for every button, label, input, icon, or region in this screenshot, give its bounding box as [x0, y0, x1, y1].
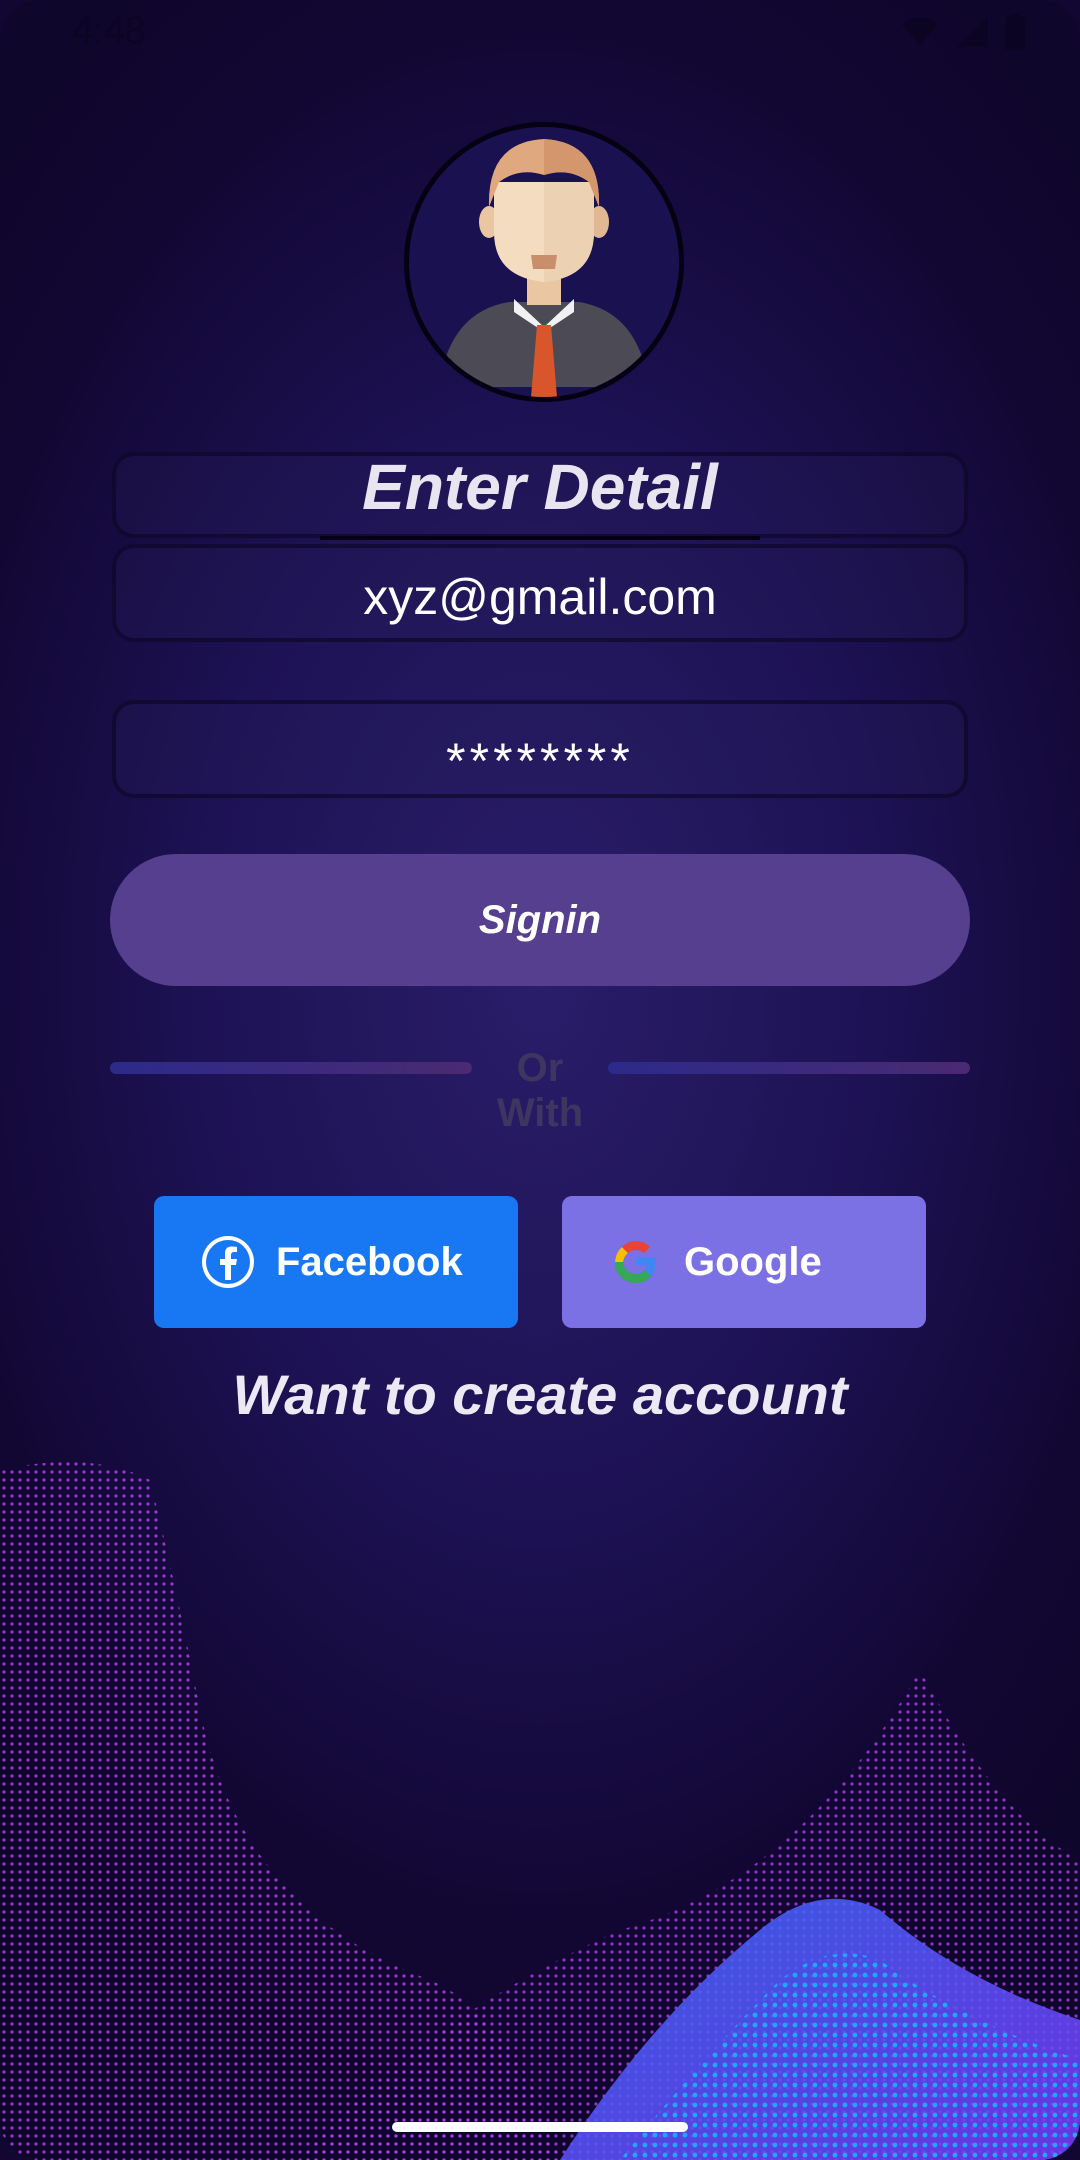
divider-left: [110, 1062, 472, 1074]
avatar[interactable]: [404, 122, 684, 402]
email-value: xyz@gmail.com: [363, 569, 717, 625]
facebook-label: Facebook: [276, 1239, 463, 1284]
signal-icon: [956, 17, 988, 47]
password-field[interactable]: ********: [112, 700, 968, 798]
home-indicator[interactable]: [392, 2122, 688, 2132]
signin-label: Signin: [478, 897, 602, 942]
password-value: ********: [446, 733, 634, 789]
signin-button[interactable]: Signin: [110, 854, 970, 986]
facebook-button[interactable]: Facebook: [154, 1196, 518, 1328]
google-button[interactable]: Google: [562, 1196, 926, 1328]
title-field: Enter Detail: [112, 451, 968, 538]
wave-decoration: [0, 1462, 1080, 2160]
status-bar: 4:48: [0, 0, 1080, 64]
avatar-icon: [409, 127, 679, 397]
divider-right: [608, 1062, 970, 1074]
or-with-label: Or With: [496, 1046, 584, 1135]
login-screen: 4:48 Enter Detail xyz@gmail.com ********…: [0, 0, 1080, 2160]
email-field[interactable]: xyz@gmail.com: [112, 544, 968, 642]
wifi-icon: [902, 17, 938, 46]
create-account-link[interactable]: Want to create account: [0, 1362, 1080, 1427]
status-time: 4:48: [72, 10, 146, 52]
status-icons: [900, 14, 1026, 50]
battery-icon: [1005, 14, 1025, 50]
google-label: Google: [684, 1239, 822, 1284]
title-underline: [320, 536, 760, 540]
google-icon: [615, 1241, 656, 1283]
page-title: Enter Detail: [362, 451, 718, 523]
facebook-icon: [202, 1236, 254, 1288]
